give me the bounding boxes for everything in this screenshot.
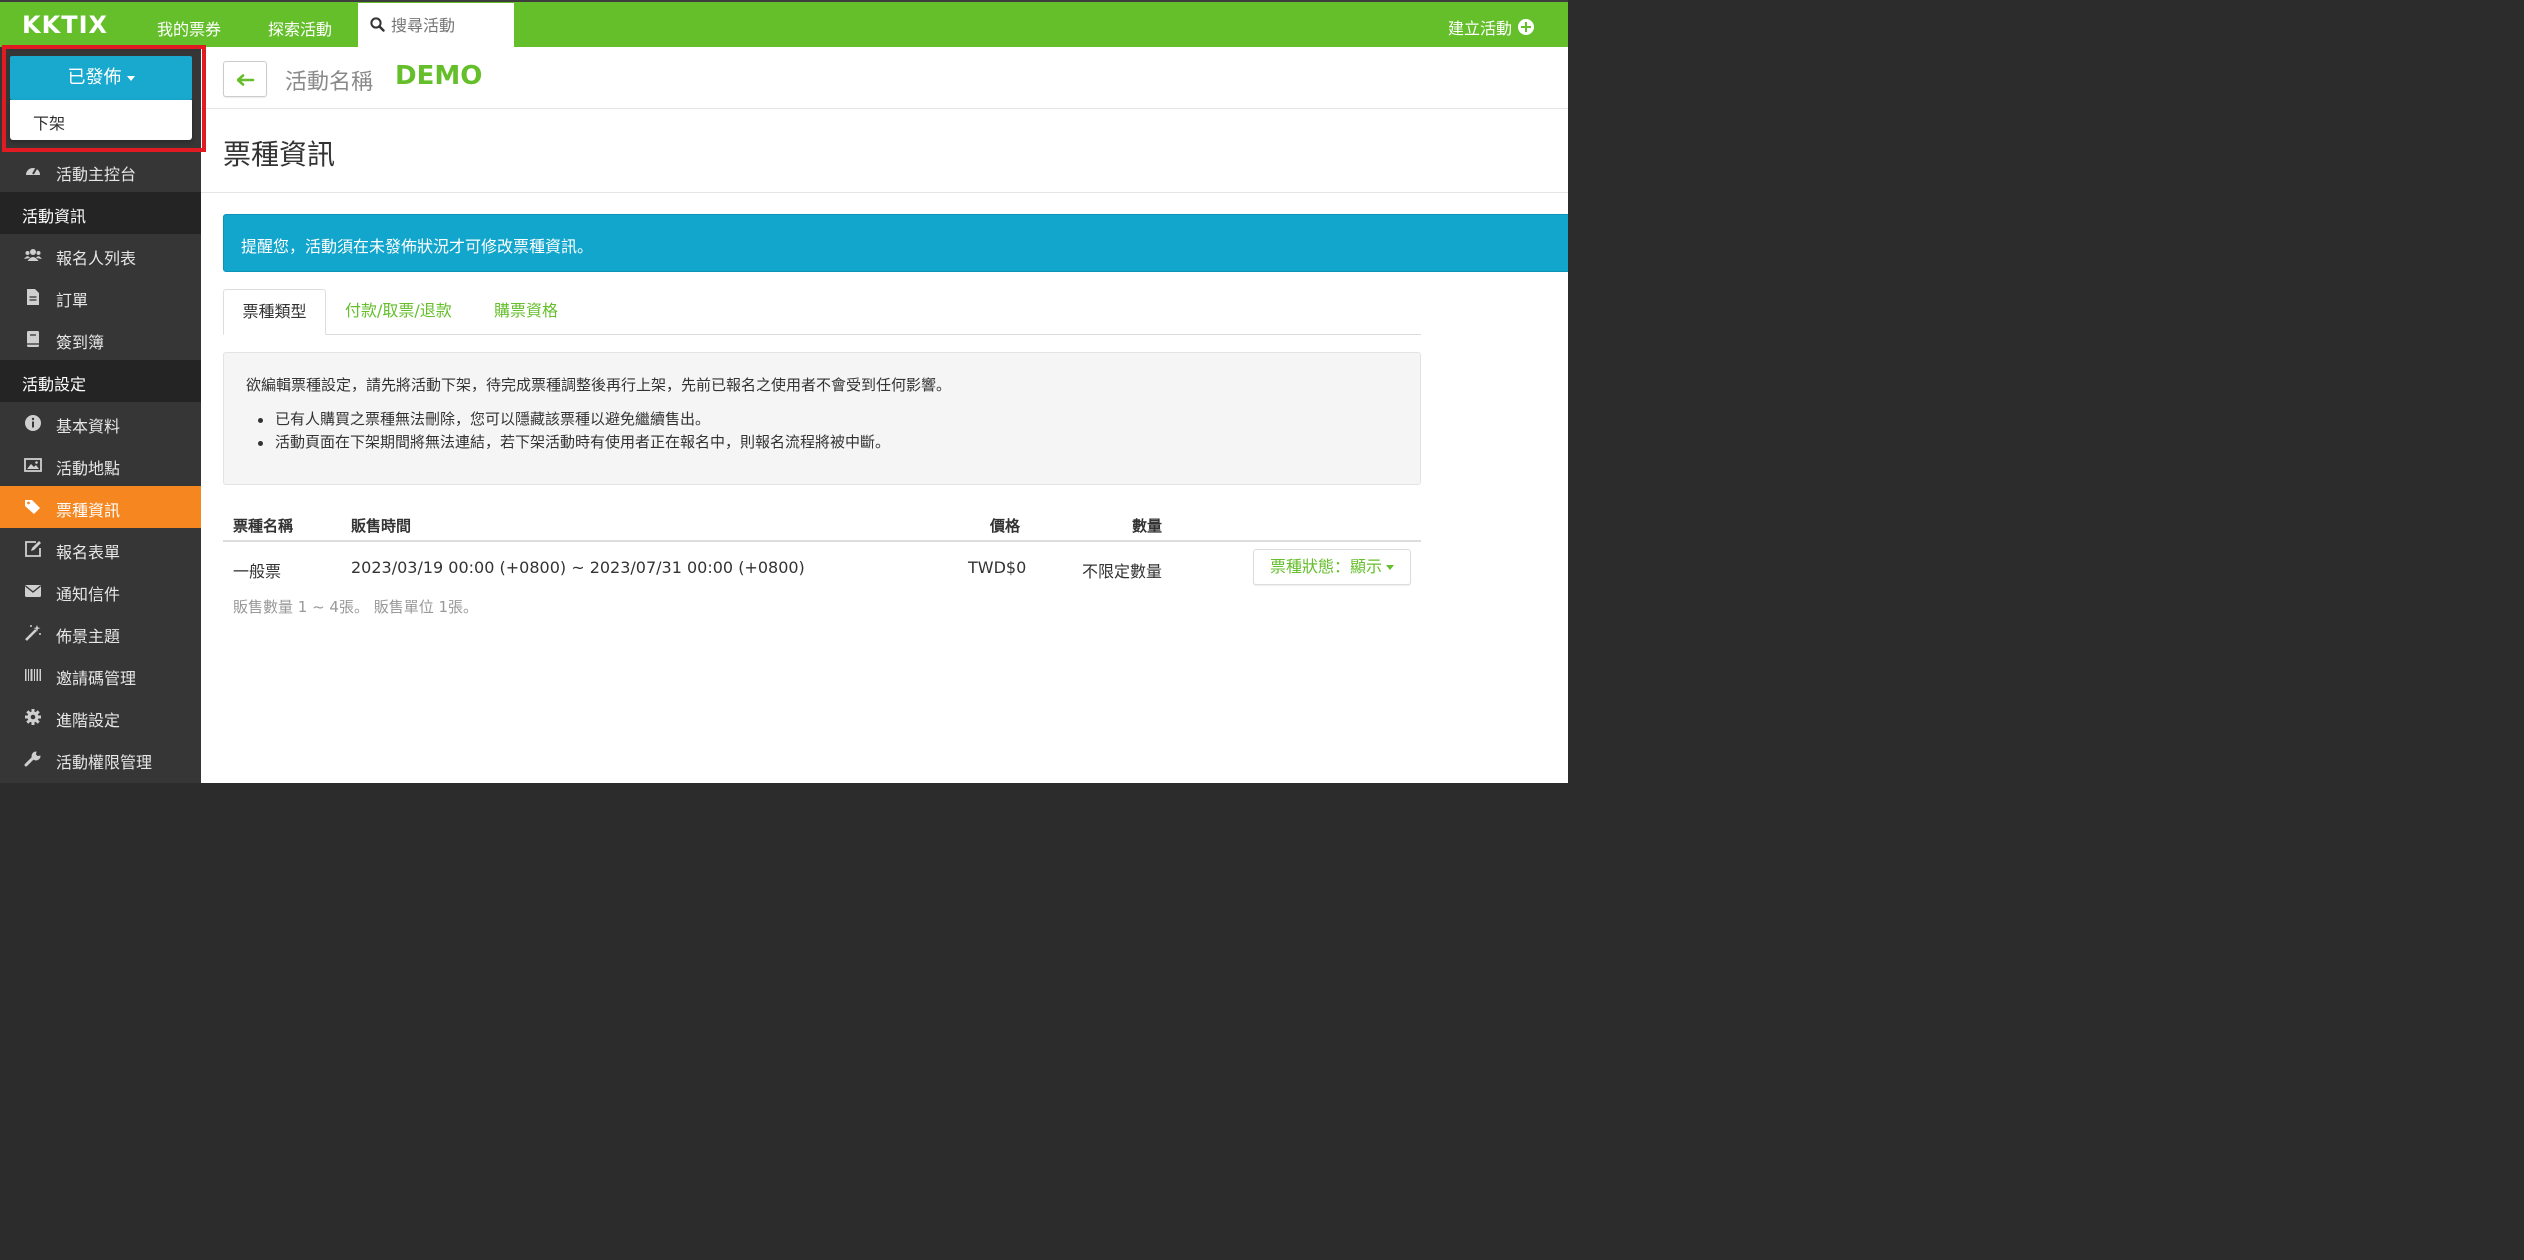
wrench-icon	[24, 751, 41, 767]
info-bullet: 已有人購買之票種無法刪除，您可以隱藏該票種以避免繼續售出。	[257, 408, 890, 431]
sidebar-label: 簽到簿	[56, 333, 105, 352]
event-name-label: 活動名稱	[285, 70, 374, 95]
sidebar-label: 活動主控台	[56, 165, 137, 184]
event-name: DEMO	[395, 61, 483, 91]
arrow-left-icon	[237, 74, 255, 86]
info-circle-icon	[25, 415, 41, 431]
info-bullets: 已有人購買之票種無法刪除，您可以隱藏該票種以避免繼續售出。 活動頁面在下架期間將…	[257, 408, 890, 454]
ticket-name: 一般票	[233, 562, 282, 581]
main-content: 活動名稱 DEMO 票種資訊 提醒您，活動須在未發佈狀況才可修改票種資訊。 票種…	[201, 47, 1568, 783]
edit-icon	[25, 541, 41, 557]
sidebar-item-registration-form[interactable]: 報名表單	[0, 528, 201, 570]
column-header-name: 票種名稱	[233, 517, 294, 535]
sidebar-label: 報名表單	[56, 543, 121, 562]
page-title: 票種資訊	[223, 138, 336, 171]
sidebar-item-orders[interactable]: 訂單	[0, 276, 201, 318]
event-title-bar: 活動名稱 DEMO	[201, 47, 1568, 109]
book-icon	[27, 331, 39, 347]
menu-item-unpublish[interactable]: 下架	[33, 110, 65, 134]
create-event-label: 建立活動	[1447, 19, 1512, 38]
ticket-state-label: 票種狀態：顯示	[1269, 557, 1382, 576]
info-panel: 欲編輯票種設定，請先將活動下架，待完成票種調整後再行上架，先前已報名之使用者不會…	[223, 352, 1421, 485]
file-icon	[27, 289, 39, 305]
image-icon	[24, 458, 42, 472]
nav-explore-events[interactable]: 探索活動	[268, 16, 332, 40]
envelope-icon	[25, 585, 41, 597]
ticket-price: TWD$0	[968, 558, 1027, 577]
create-event-button[interactable]: 建立活動	[1448, 15, 1534, 39]
sidebar-group-event-settings: 活動設定	[0, 360, 201, 402]
sidebar-label: 佈景主題	[56, 627, 121, 646]
page: KKTIX 我的票券 探索活動 建立活動 已發佈 下架	[0, 0, 1568, 783]
plus-circle-icon	[1518, 19, 1534, 35]
column-header-period: 販售時間	[351, 517, 412, 535]
publish-status-menu: 下架	[10, 100, 192, 140]
column-header-price: 價格	[990, 517, 1021, 535]
alert-text: 提醒您，活動須在未發佈狀況才可修改票種資訊。	[241, 237, 594, 256]
sidebar-item-basic-info[interactable]: 基本資料	[0, 402, 201, 444]
barcode-icon	[25, 669, 41, 681]
column-header-quantity: 數量	[1132, 517, 1163, 535]
sidebar-item-location[interactable]: 活動地點	[0, 444, 201, 486]
section-header: 票種資訊	[201, 109, 1568, 193]
tags-icon	[25, 500, 40, 514]
search-icon	[370, 17, 385, 32]
info-bullet: 活動頁面在下架期間將無法連結，若下架活動時有使用者正在報名中，則報名流程將被中斷…	[257, 431, 890, 454]
nav-my-tickets[interactable]: 我的票券	[157, 16, 221, 40]
publish-status-dropdown-button[interactable]: 已發佈	[10, 56, 192, 100]
sidebar-item-tickets[interactable]: 票種資訊	[0, 486, 201, 528]
sidebar-label: 報名人列表	[56, 249, 137, 268]
tab-purchase-eligibility[interactable]: 購票資格	[494, 289, 558, 335]
sidebar: 已發佈 下架 活動主控台 活動資訊 報名人列表 訂單 簽到簿 活動設定 基本資料…	[0, 45, 206, 783]
caret-down-icon	[126, 75, 135, 81]
search-input[interactable]	[391, 13, 506, 37]
sidebar-label: 進階設定	[56, 711, 121, 730]
sidebar-item-theme[interactable]: 佈景主題	[0, 612, 201, 654]
ticket-state-dropdown-button[interactable]: 票種狀態：顯示	[1253, 549, 1411, 585]
sidebar-item-notifications[interactable]: 通知信件	[0, 570, 201, 612]
users-icon	[24, 249, 42, 261]
ticket-quantity: 不限定數量	[1082, 562, 1163, 581]
tab-payment-refund[interactable]: 付款/取票/退款	[345, 289, 452, 335]
top-navbar: KKTIX 我的票券 探索活動 建立活動	[0, 0, 1568, 47]
gear-icon	[25, 709, 41, 725]
sidebar-item-advanced-settings[interactable]: 進階設定	[0, 696, 201, 738]
sidebar-item-attendees[interactable]: 報名人列表	[0, 234, 201, 276]
sidebar-label: 票種資訊	[56, 501, 121, 520]
search-box[interactable]	[358, 3, 514, 47]
back-button[interactable]	[223, 61, 267, 97]
magic-wand-icon	[25, 625, 41, 641]
sidebar-item-invite-codes[interactable]: 邀請碼管理	[0, 654, 201, 696]
sidebar-item-checkin[interactable]: 簽到簿	[0, 318, 201, 360]
sidebar-item-permissions[interactable]: 活動權限管理	[0, 738, 201, 780]
caret-down-icon	[1386, 565, 1394, 570]
kktix-logo[interactable]: KKTIX	[22, 11, 108, 39]
ticket-sale-period: 2023/03/19 00:00 (+0800) ~ 2023/07/31 00…	[351, 558, 805, 577]
publish-status-label: 已發佈	[67, 67, 122, 88]
ticket-tabs: 票種類型 付款/取票/退款 購票資格	[223, 289, 1421, 335]
table-header-divider	[223, 540, 1421, 542]
sidebar-group-label: 活動資訊	[22, 207, 87, 226]
tab-ticket-types[interactable]: 票種類型	[223, 289, 326, 335]
sidebar-label: 基本資料	[56, 417, 121, 436]
info-intro: 欲編輯票種設定，請先將活動下架，待完成票種調整後再行上架，先前已報名之使用者不會…	[246, 376, 952, 394]
sidebar-label: 活動權限管理	[56, 753, 153, 772]
sidebar-label: 活動地點	[56, 459, 121, 478]
sidebar-label: 訂單	[56, 291, 89, 310]
sidebar-group-event-info: 活動資訊	[0, 192, 201, 234]
sidebar-label: 通知信件	[56, 585, 121, 604]
sidebar-group-label: 活動設定	[22, 375, 87, 394]
ticket-sale-note: 販售數量 1 ~ 4張。 販售單位 1張。	[233, 598, 479, 616]
dashboard-icon	[26, 167, 40, 175]
reminder-alert: 提醒您，活動須在未發佈狀況才可修改票種資訊。	[223, 214, 1568, 272]
sidebar-label: 邀請碼管理	[56, 669, 137, 688]
sidebar-item-dashboard[interactable]: 活動主控台	[0, 150, 201, 192]
publish-status-area: 已發佈 下架	[0, 47, 201, 150]
